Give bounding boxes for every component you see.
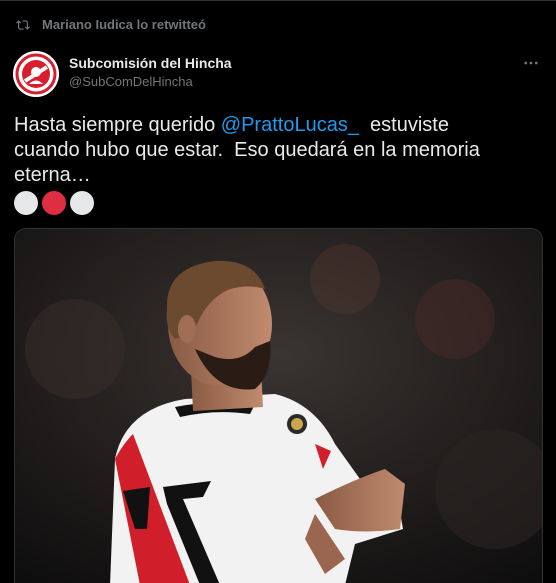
club-crest-avatar[interactable]	[13, 51, 59, 97]
tweet-header: Subcomisión del Hincha @SubComDelHincha	[13, 51, 543, 97]
tweet-text-before: Hasta siempre querido	[14, 114, 221, 136]
retweet-icon	[16, 18, 30, 32]
mention-link[interactable]: @PrattoLucas_	[221, 114, 359, 136]
user-handle[interactable]: @SubComDelHincha	[69, 72, 232, 92]
retweet-context[interactable]: Mariano Iudica lo retwitteó	[16, 17, 206, 32]
red-circle-emoji	[42, 191, 66, 215]
more-options-button[interactable]	[519, 53, 543, 73]
user-info[interactable]: Subcomisión del Hincha @SubComDelHincha	[69, 55, 232, 92]
white-circle-emoji	[70, 191, 94, 215]
more-options-icon	[524, 61, 538, 65]
emoji-row	[14, 191, 94, 215]
display-name[interactable]: Subcomisión del Hincha	[69, 55, 232, 72]
tweet[interactable]: Mariano Iudica lo retwitteó Subcomisión …	[0, 0, 556, 583]
retweet-text: Mariano Iudica lo retwitteó	[42, 17, 206, 32]
tweet-photo[interactable]	[14, 228, 543, 583]
tweet-text: Hasta siempre querido @PrattoLucas_ estu…	[14, 113, 534, 188]
white-circle-emoji	[14, 191, 38, 215]
